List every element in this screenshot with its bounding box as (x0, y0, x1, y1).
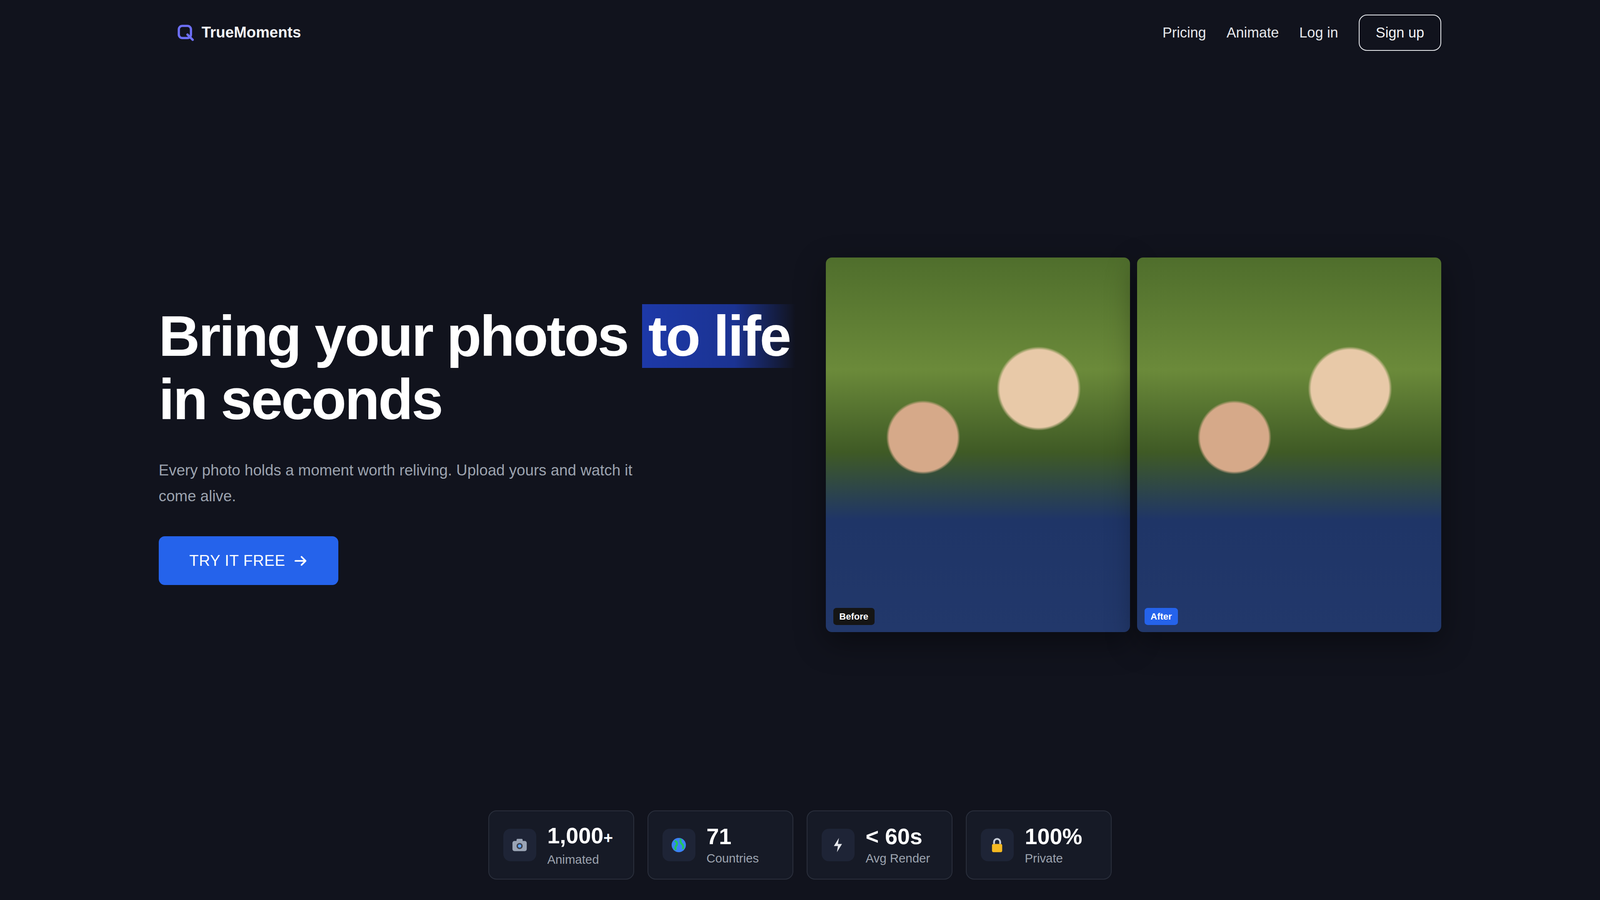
stat-value-text: 100% (1025, 823, 1083, 849)
stat-card: < 60sAvg Render (806, 810, 953, 880)
stat-icon-box (503, 828, 536, 862)
stat-value: 100% (1025, 823, 1083, 850)
signup-button[interactable]: Sign up (1358, 14, 1442, 51)
lightning-icon (828, 835, 848, 855)
brand-logo[interactable]: TrueMoments (177, 23, 301, 42)
stat-label: Countries (706, 850, 759, 867)
comparison-photo: After (1137, 257, 1442, 633)
globe-icon (669, 835, 688, 855)
stat-value-text: 1,000 (547, 822, 604, 848)
logo-icon (177, 24, 195, 42)
stat-text: 71Countries (706, 823, 759, 867)
nav-links: Pricing Animate Log in Sign up (1162, 14, 1442, 51)
comparison: Before After (825, 257, 1442, 633)
hero: Bring your photos to lifein seconds Every… (0, 65, 1600, 811)
cta-label: TRY IT FREE (189, 552, 286, 570)
page: TrueMoments Pricing Animate Log in Sign up Br… (0, 0, 1600, 900)
nav-link[interactable]: Animate (1226, 24, 1280, 41)
stat-text: < 60sAvg Render (865, 823, 931, 867)
nav-link[interactable]: Log in (1299, 24, 1338, 41)
stat-value-text: < 60s (865, 823, 923, 849)
title-text: in seconds (158, 367, 802, 432)
stat-label: Private (1025, 850, 1083, 867)
stat-card: 1,000+Animated (488, 810, 635, 880)
hero-inner: Bring your photos to lifein seconds Every… (158, 243, 1442, 633)
stat-card: 71Countries (647, 810, 794, 880)
stats-row: 1,000+Animated71Countries< 60sAvg Render… (0, 810, 1600, 900)
camera-icon (510, 835, 529, 855)
arrow-right-icon (293, 553, 308, 568)
comparison-badge: Before (833, 607, 875, 625)
stat-value: 71 (706, 823, 759, 850)
nav-link[interactable]: Pricing (1162, 24, 1207, 41)
stat-label: Avg Render (865, 850, 931, 867)
comparison-photo: Before (825, 257, 1130, 633)
hero-subtitle: Every photo holds a moment worth relivin… (158, 457, 649, 509)
hero-copy: Bring your photos to lifein seconds Every… (158, 304, 802, 585)
stat-value: < 60s (865, 823, 931, 850)
comparison-badge: After (1144, 607, 1179, 625)
lock-icon (987, 835, 1007, 855)
stat-suffix: + (603, 828, 613, 847)
stat-value: 1,000+ (547, 822, 613, 852)
stat-icon-box (662, 828, 695, 862)
title-text: Bring your photos (158, 304, 643, 368)
stat-text: 100%Private (1025, 823, 1083, 867)
stat-text: 1,000+Animated (547, 822, 613, 868)
brand-name: TrueMoments (201, 23, 302, 42)
stat-value-text: 71 (706, 823, 732, 849)
stat-label: Animated (547, 851, 613, 868)
hero-title: Bring your photos to lifein seconds (158, 304, 802, 432)
top-nav: TrueMoments Pricing Animate Log in Sign up (158, 0, 1442, 66)
try-free-button[interactable]: TRY IT FREE (158, 536, 339, 586)
title-highlight: to life (642, 304, 796, 368)
stat-card: 100%Private (965, 810, 1112, 880)
stat-icon-box (821, 828, 855, 862)
stat-icon-box (980, 828, 1014, 862)
